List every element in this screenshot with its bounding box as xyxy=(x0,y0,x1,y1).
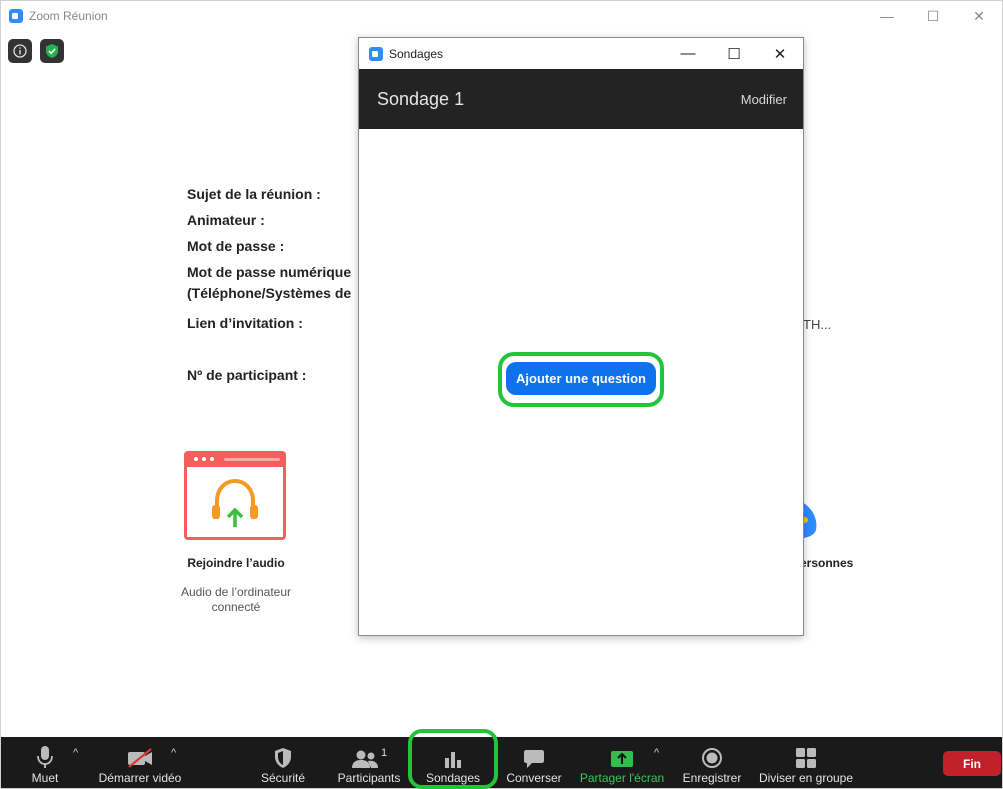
computer-audio-status-line1: Audio de l’ordinateur xyxy=(180,585,292,599)
maximize-button[interactable]: ☐ xyxy=(711,38,757,69)
invite-people-label[interactable]: ersonnes xyxy=(800,556,853,570)
meeting-info-icon[interactable] xyxy=(8,39,32,63)
card-dots xyxy=(194,457,214,461)
password-label: Mot de passe : xyxy=(187,238,285,254)
end-meeting-button[interactable]: Fin xyxy=(943,751,1001,776)
host-label: Animateur : xyxy=(187,212,265,228)
security-button[interactable]: Sécurité xyxy=(259,737,307,788)
poll-name: Sondage 1 xyxy=(377,88,465,109)
participants-button[interactable]: 1 Participants xyxy=(335,737,403,788)
close-button[interactable]: ✕ xyxy=(757,38,803,69)
poll-header: Sondage 1 Modifier xyxy=(359,69,803,129)
participants-icon xyxy=(351,750,378,768)
encryption-shield-icon[interactable] xyxy=(40,39,64,63)
share-screen-button[interactable]: Partager l'écran xyxy=(579,737,665,788)
polls-dialog-titlebar: Sondages — ☐ ✕ xyxy=(359,38,803,69)
add-question-button[interactable]: Ajouter une question xyxy=(506,362,656,395)
join-audio-card[interactable] xyxy=(184,451,286,540)
chat-label: Converser xyxy=(506,771,562,785)
computer-audio-status-line2: connecté xyxy=(211,600,261,614)
window-titlebar: Zoom Réunion — ☐ ✕ xyxy=(1,1,1002,31)
breakout-grid-icon xyxy=(796,748,816,768)
record-button[interactable]: Enregistrer xyxy=(682,737,742,788)
share-screen-icon xyxy=(611,751,633,767)
zoom-app-icon xyxy=(9,9,23,23)
meeting-toolbar: Muet ^ Démarrer vidéo ^ Sécurité 1 Parti… xyxy=(1,737,1002,788)
numeric-password-label-line1: Mot de passe numérique xyxy=(187,264,352,280)
video-options-caret[interactable]: ^ xyxy=(171,747,176,759)
participants-label: Participants xyxy=(337,771,401,785)
maximize-button[interactable]: ☐ xyxy=(910,1,956,31)
edit-poll-button[interactable]: Modifier xyxy=(741,92,787,107)
zoom-app-icon xyxy=(369,46,383,61)
microphone-icon xyxy=(37,746,53,768)
invite-link-value[interactable]: TH... xyxy=(803,317,831,332)
topic-label: Sujet de la réunion : xyxy=(187,186,321,202)
audio-options-caret[interactable]: ^ xyxy=(73,747,78,759)
breakout-rooms-button[interactable]: Diviser en groupe xyxy=(758,737,854,788)
numeric-password-label-line2: (Téléphone/Systèmes de xyxy=(187,285,352,301)
video-off-icon xyxy=(128,748,152,768)
window-controls: — ☐ ✕ xyxy=(864,1,1002,31)
mute-button[interactable]: Muet xyxy=(27,737,63,788)
minimize-button[interactable]: — xyxy=(864,1,910,31)
mute-label: Muet xyxy=(31,771,59,785)
headphones-icon xyxy=(212,478,258,527)
window-title: Zoom Réunion xyxy=(29,9,108,23)
minimize-button[interactable]: — xyxy=(665,38,711,69)
share-options-caret[interactable]: ^ xyxy=(654,747,659,759)
chat-bubble-icon xyxy=(524,750,544,768)
breakout-label: Diviser en groupe xyxy=(758,771,854,785)
record-label: Enregistrer xyxy=(682,771,742,785)
polls-button-highlight xyxy=(408,729,498,789)
shield-icon xyxy=(275,748,291,768)
start-video-label: Démarrer vidéo xyxy=(98,771,182,785)
polls-dialog-controls: — ☐ ✕ xyxy=(665,38,803,69)
computer-audio-status: Audio de l’ordinateur connecté xyxy=(166,585,306,615)
start-video-button[interactable]: Démarrer vidéo xyxy=(96,737,184,788)
close-button[interactable]: ✕ xyxy=(956,1,1002,31)
polls-dialog: Sondages — ☐ ✕ Sondage 1 Modifier xyxy=(358,37,804,636)
security-label: Sécurité xyxy=(260,771,306,785)
chat-button[interactable]: Converser xyxy=(504,737,564,788)
participants-count: 1 xyxy=(380,747,388,759)
share-screen-label: Partager l'écran xyxy=(579,771,665,785)
invite-link-label: Lien d’invitation : xyxy=(187,315,303,331)
participant-id-label: Nº de participant : xyxy=(187,367,307,383)
record-icon xyxy=(702,748,722,768)
polls-dialog-title: Sondages xyxy=(389,46,444,61)
join-audio-label[interactable]: Rejoindre l’audio xyxy=(166,556,306,570)
